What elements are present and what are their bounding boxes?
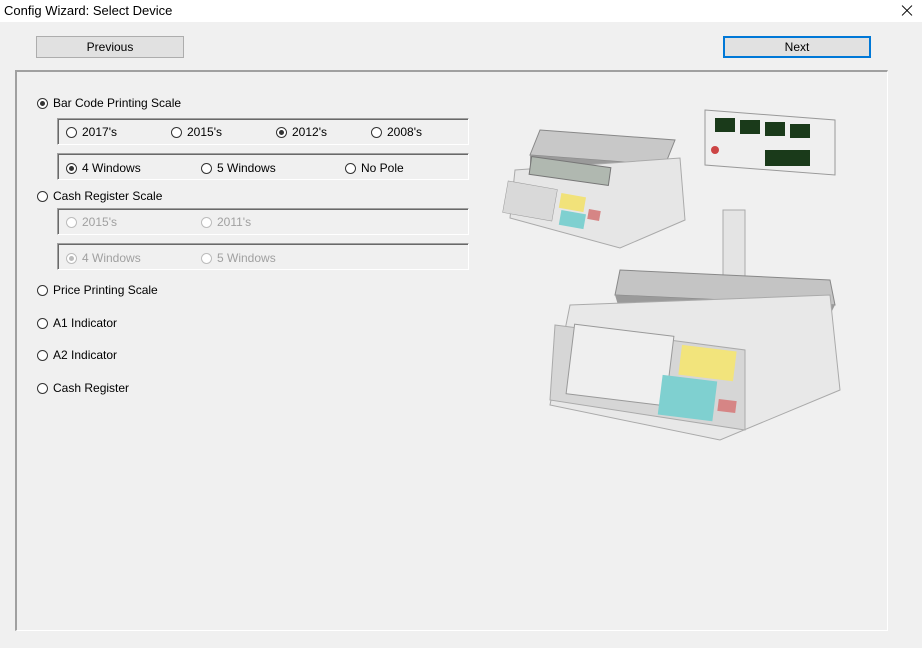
radio-a1-indicator[interactable]: A1 Indicator (37, 316, 117, 330)
radio-label: No Pole (361, 161, 404, 175)
radio-dot (37, 97, 48, 109)
radio-price-printing-scale[interactable]: Price Printing Scale (37, 283, 158, 297)
radio-barcode-4-windows[interactable]: 4 Windows (66, 161, 141, 175)
radio-label: 5 Windows (217, 161, 276, 175)
radio-dot (276, 126, 287, 138)
radio-crs-2011: 2011's (201, 215, 251, 229)
radio-cash-register-scale[interactable]: Cash Register Scale (37, 189, 162, 203)
radio-label: 2015's (187, 125, 222, 139)
radio-crs-2015: 2015's (66, 215, 117, 229)
radio-dot (345, 162, 356, 174)
radio-dot (37, 317, 48, 329)
window-title: Config Wizard: Select Device (4, 3, 173, 18)
radio-barcode-no-pole[interactable]: No Pole (345, 161, 404, 175)
radio-cash-register[interactable]: Cash Register (37, 381, 129, 395)
small-scale-illustration (502, 129, 686, 249)
radio-label: A1 Indicator (53, 316, 118, 330)
scale-image (502, 109, 841, 441)
radio-dot (171, 126, 182, 138)
next-button[interactable]: Next (723, 36, 871, 58)
radio-crs-5-windows: 5 Windows (201, 251, 276, 265)
radio-dot (371, 126, 382, 138)
radio-barcode-2015[interactable]: 2015's (171, 125, 222, 139)
radio-dot (66, 216, 77, 228)
radio-dot (201, 162, 212, 174)
radio-dot (201, 216, 212, 228)
radio-barcode-5-windows[interactable]: 5 Windows (201, 161, 276, 175)
radio-barcode-2017[interactable]: 2017's (66, 125, 117, 139)
radio-label: 2011's (217, 215, 252, 229)
radio-label: 2015's (82, 215, 117, 229)
radio-label: 5 Windows (217, 251, 276, 265)
radio-label: A2 Indicator (53, 348, 118, 362)
radio-dot (37, 349, 48, 361)
radio-barcode-2008[interactable]: 2008's (371, 125, 422, 139)
radio-dot (66, 126, 77, 138)
radio-dot (37, 190, 48, 202)
radio-label: 4 Windows (82, 251, 141, 265)
radio-barcode-printing-scale[interactable]: Bar Code Printing Scale (37, 96, 181, 110)
radio-dot (37, 284, 48, 296)
radio-label: Cash Register Scale (53, 189, 163, 203)
radio-dot (201, 252, 212, 264)
close-icon[interactable] (892, 0, 922, 22)
radio-label: 2017's (82, 125, 117, 139)
radio-barcode-2012[interactable]: 2012's (276, 125, 327, 139)
crs-year-group (57, 208, 469, 235)
radio-dot (66, 162, 77, 174)
radio-label: Cash Register (53, 381, 130, 395)
radio-label: 4 Windows (82, 161, 141, 175)
radio-label: 2008's (387, 125, 422, 139)
main-scale-illustration (549, 269, 841, 441)
radio-dot (66, 252, 77, 264)
radio-crs-4-windows: 4 Windows (66, 251, 141, 265)
pole-display-illustration (704, 109, 836, 281)
radio-label: Price Printing Scale (53, 283, 158, 297)
previous-button[interactable]: Previous (36, 36, 184, 58)
radio-label: 2012's (292, 125, 327, 139)
title-bar: Config Wizard: Select Device (0, 0, 922, 22)
radio-a2-indicator[interactable]: A2 Indicator (37, 348, 117, 362)
radio-label: Bar Code Printing Scale (53, 96, 182, 110)
radio-dot (37, 382, 48, 394)
